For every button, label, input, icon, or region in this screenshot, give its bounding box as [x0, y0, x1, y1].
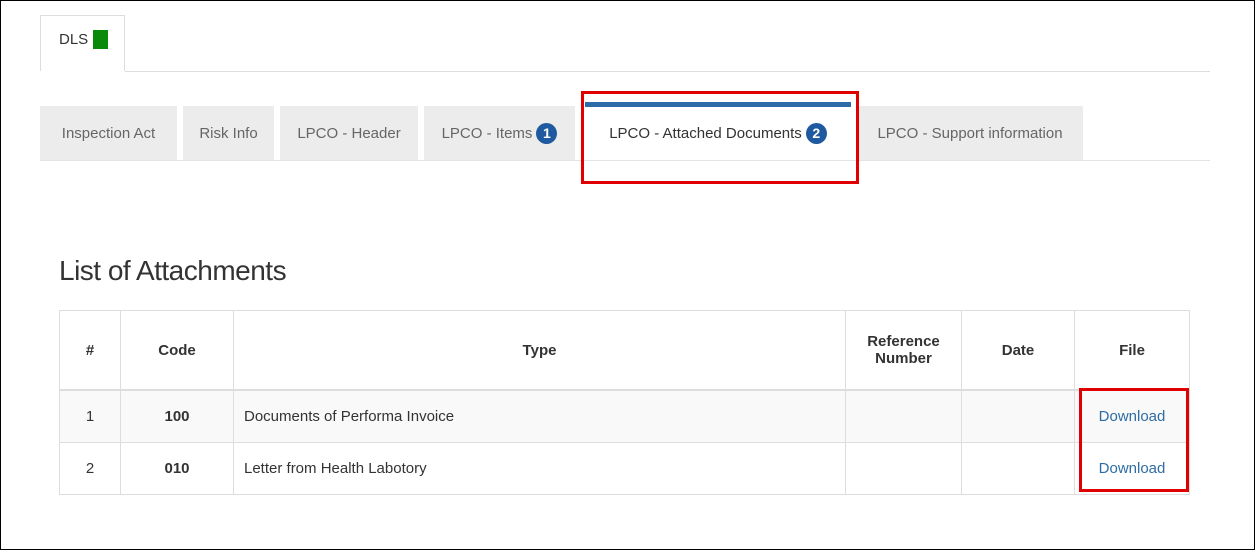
tab-dls[interactable]: DLS — [40, 15, 125, 71]
cell-reference-number — [845, 389, 962, 443]
download-link[interactable]: Download — [1099, 408, 1166, 425]
cell-file: Download — [1074, 442, 1190, 495]
status-indicator — [93, 30, 108, 49]
tab-inspection-act[interactable]: Inspection Act — [40, 106, 177, 160]
count-badge: 1 — [536, 122, 558, 144]
tab-label: LPCO - Header — [297, 124, 401, 142]
cell-type: Documents of Performa Invoice — [233, 389, 846, 443]
header-reference-line1: Reference — [867, 333, 940, 350]
divider — [125, 71, 1210, 72]
header-reference-line2: Number — [875, 350, 932, 367]
header-num: # — [59, 310, 121, 391]
section-title: List of Attachments — [59, 255, 287, 286]
tab-lpco-support-information[interactable]: LPCO - Support information — [857, 106, 1083, 160]
tab-label: LPCO - Attached Documents — [609, 125, 802, 142]
header-code: Code — [120, 310, 234, 391]
cell-file: Download — [1074, 389, 1190, 443]
table-row: 1 100 Documents of Performa Invoice Down… — [59, 389, 1190, 443]
table-row: 2 010 Letter from Health Labotory Downlo… — [59, 442, 1190, 495]
cell-date — [961, 389, 1075, 443]
header-type: Type — [233, 310, 846, 391]
cell-reference-number — [845, 442, 962, 495]
tab-label: LPCO - Items — [441, 124, 533, 142]
tab-lpco-header[interactable]: LPCO - Header — [280, 106, 418, 160]
attachments-table: # Code Type Reference Number Date File 1… — [59, 310, 1190, 495]
tab-label: Risk Info — [199, 124, 258, 142]
tab-lpco-items[interactable]: LPCO - Items 1 — [424, 106, 575, 160]
download-link[interactable]: Download — [1099, 460, 1166, 477]
header-file: File — [1074, 310, 1190, 391]
tab-bar-divider — [40, 160, 1210, 161]
cell-date — [961, 442, 1075, 495]
cell-code: 100 — [120, 389, 234, 443]
tab-dls-label: DLS — [59, 31, 89, 48]
header-reference-number: Reference Number — [845, 310, 962, 391]
cell-num: 1 — [59, 389, 121, 443]
table-header-row: # Code Type Reference Number Date File — [59, 310, 1190, 391]
tab-label: LPCO - Support information — [877, 124, 1063, 142]
header-date: Date — [961, 310, 1075, 391]
cell-num: 2 — [59, 442, 121, 495]
tab-risk-info[interactable]: Risk Info — [183, 106, 274, 160]
tab-label: Inspection Act — [61, 124, 156, 142]
cell-code: 010 — [120, 442, 234, 495]
count-badge: 2 — [805, 123, 827, 144]
cell-type: Letter from Health Labotory — [233, 442, 846, 495]
tab-lpco-attached-documents[interactable]: LPCO - Attached Documents 2 — [585, 102, 851, 160]
